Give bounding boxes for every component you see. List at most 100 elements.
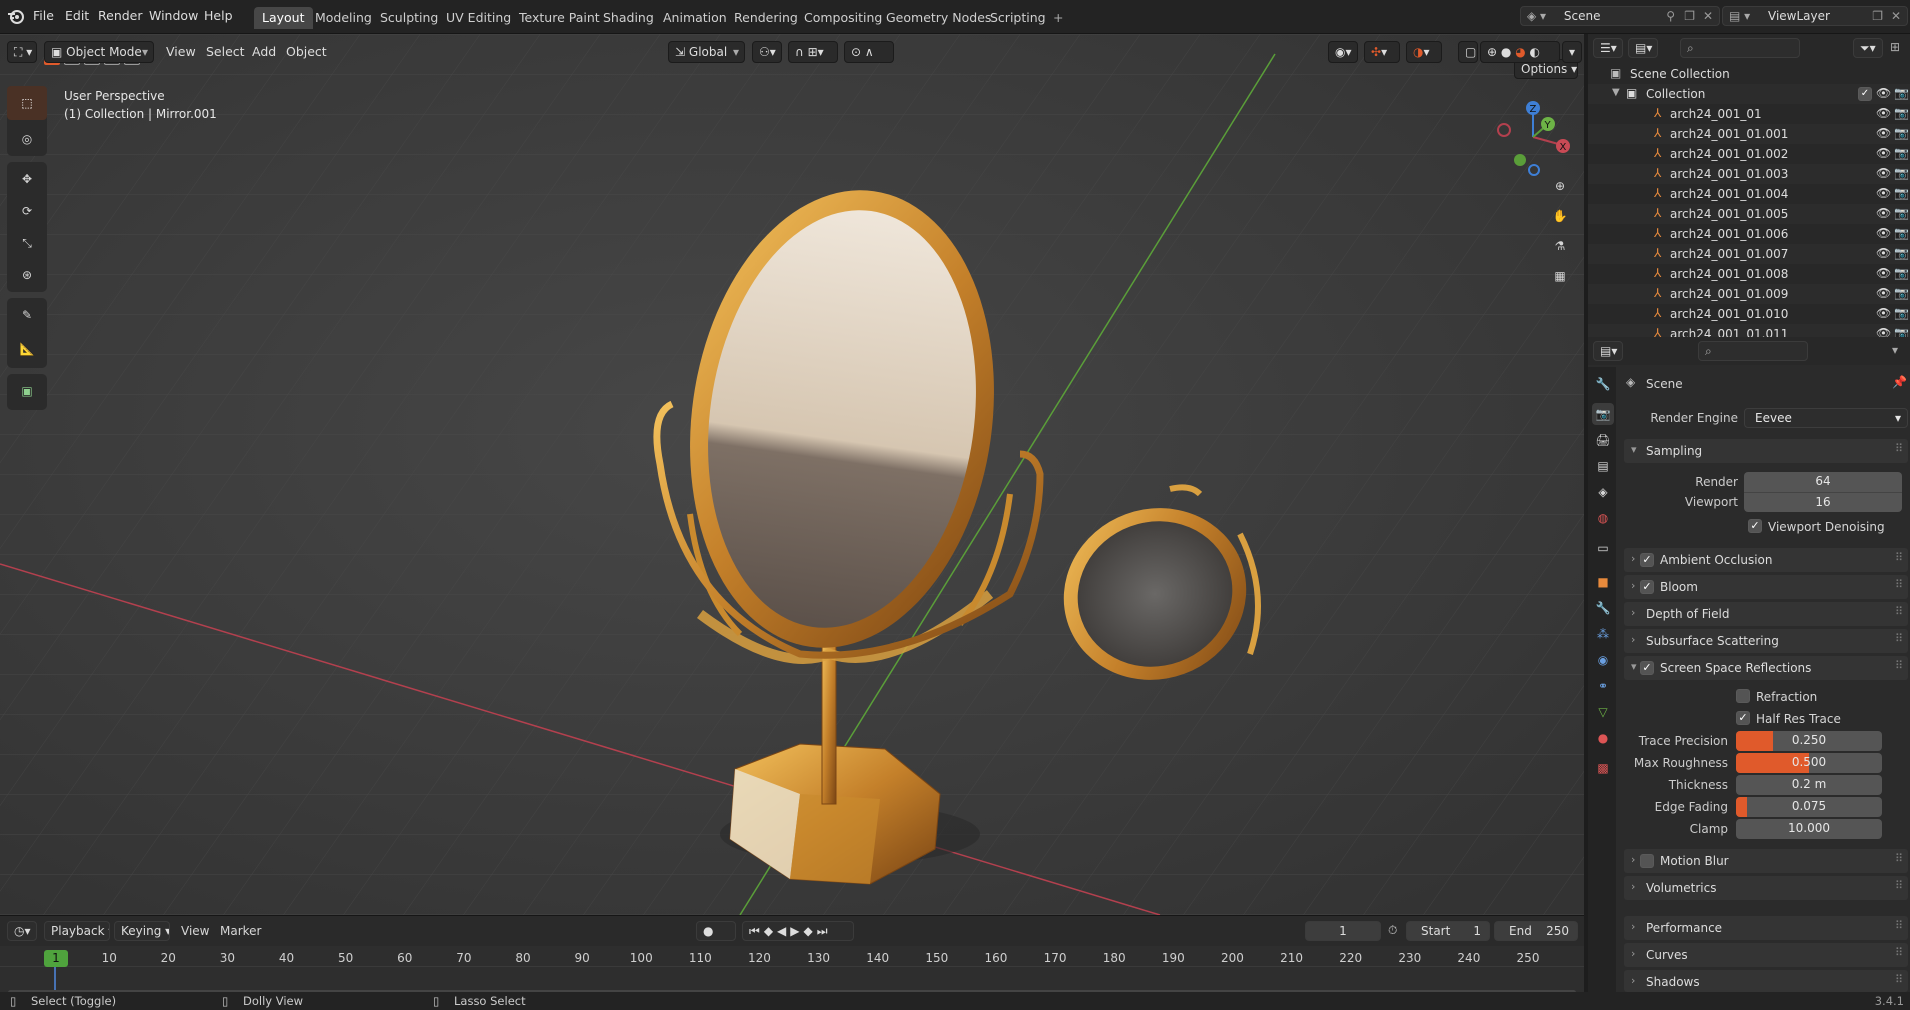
viewport-denoising-checkbox[interactable]: ✓ [1748, 519, 1762, 533]
eye-icon[interactable]: 👁 [1876, 86, 1891, 100]
end-frame-field[interactable]: End 250 [1494, 921, 1578, 941]
prev-keyframe-icon[interactable]: ◆ [764, 924, 777, 938]
tab-modifiers[interactable]: 🔧 [1592, 597, 1614, 619]
drag-handle-icon[interactable]: ⠿ [1895, 578, 1903, 591]
blender-logo-icon[interactable] [7, 7, 25, 25]
camera-icon[interactable]: 📷 [1894, 126, 1909, 140]
menu-render[interactable]: Render [98, 8, 143, 23]
panel-sampling[interactable]: ▾ Sampling ⠿ [1624, 439, 1908, 463]
panel-motion-blur[interactable]: › Motion Blur ⠿ [1624, 849, 1908, 873]
panel-depth-of-field[interactable]: › Depth of Field ⠿ [1624, 602, 1908, 626]
tab-tool[interactable]: 🔧 [1592, 373, 1614, 395]
search-input[interactable]: ⌕ [1698, 341, 1808, 361]
3d-viewport[interactable]: ⛶ ▾ ▣ Object Mode ▾ View Select Add Obje… [0, 34, 1584, 915]
tab-shading[interactable]: Shading [595, 7, 662, 29]
tab-collection[interactable]: ▭ [1592, 537, 1614, 559]
editor-type-button[interactable]: ⛶ ▾ [7, 41, 37, 63]
drag-handle-icon[interactable]: ⠿ [1895, 551, 1903, 564]
copy-layer-icon[interactable]: ❐ [1872, 9, 1883, 23]
drag-handle-icon[interactable]: ⠿ [1895, 605, 1903, 618]
eye-icon[interactable]: 👁 [1876, 126, 1891, 140]
drag-handle-icon[interactable]: ⠿ [1895, 946, 1903, 959]
tab-physics[interactable]: ◉ [1592, 649, 1614, 671]
tab-rendering[interactable]: Rendering [726, 7, 806, 29]
outliner-item[interactable]: ⅄ arch24_001_01.002 👁 📷 [1588, 144, 1910, 164]
panel-screen-space-reflections[interactable]: ▾ ✓ Screen Space Reflections ⠿ [1624, 656, 1908, 680]
tab-render[interactable]: 📷 [1592, 403, 1614, 425]
tab-animation[interactable]: Animation [655, 7, 735, 29]
keying-menu[interactable]: Keying ▾ [114, 921, 170, 941]
tab-scripting[interactable]: Scripting [982, 7, 1054, 29]
camera-icon[interactable]: 📷 [1894, 306, 1909, 320]
camera-icon[interactable]: 📷 [1894, 106, 1909, 120]
outliner-item[interactable]: ⅄ arch24_001_01.001 👁 📷 [1588, 124, 1910, 144]
filter-button[interactable]: ⏷▾ [1853, 38, 1883, 58]
editor-type-button[interactable]: ☰▾ [1593, 38, 1623, 58]
outliner-item[interactable]: ⅄ arch24_001_01.007 👁 📷 [1588, 244, 1910, 264]
rotate-tool[interactable]: ⟳ [7, 194, 47, 228]
object-mode-dropdown[interactable]: ▣ Object Mode ▾ [44, 41, 154, 63]
playback-menu[interactable]: Playback ▾ [44, 921, 110, 941]
visibility-button[interactable]: ◉▾ [1328, 41, 1358, 63]
eye-icon[interactable]: 👁 [1876, 146, 1891, 160]
panel-bloom[interactable]: › ✓ Bloom ⠿ [1624, 575, 1908, 599]
panel-shadows[interactable]: › Shadows ⠿ [1624, 970, 1908, 992]
drag-handle-icon[interactable]: ⠿ [1895, 973, 1903, 986]
new-collection-icon[interactable]: ⊞ [1890, 40, 1900, 54]
gizmo-toggle[interactable]: ✣▾ [1364, 41, 1400, 63]
play-reverse-icon[interactable]: ◀ [777, 924, 790, 938]
annotate-tool[interactable]: ✎ [7, 298, 47, 332]
select-box-tool[interactable]: ⬚ [7, 86, 47, 120]
editor-type-button[interactable]: ◷▾ [7, 921, 37, 941]
eye-icon[interactable]: 👁 [1876, 246, 1891, 260]
solid-icon[interactable]: ● [1501, 45, 1511, 59]
start-frame-field[interactable]: Start 1 [1406, 921, 1490, 941]
camera-icon[interactable]: 📷 [1894, 206, 1909, 220]
display-mode-button[interactable]: ▤▾ [1628, 38, 1658, 58]
eye-icon[interactable]: 👁 [1876, 166, 1891, 180]
camera-icon[interactable]: 📷 [1894, 286, 1909, 300]
pin-icon[interactable]: ⚲ [1666, 9, 1675, 23]
exclude-checkbox[interactable]: ✓ [1858, 87, 1872, 101]
drag-handle-icon[interactable]: ⠿ [1895, 632, 1903, 645]
eye-icon[interactable]: 👁 [1876, 286, 1891, 300]
tab-texture[interactable]: ▩ [1592, 757, 1614, 779]
camera-icon[interactable]: 📷 [1894, 186, 1909, 200]
outliner-item[interactable]: ⅄ arch24_001_01.010 👁 📷 [1588, 304, 1910, 324]
scene-collection-row[interactable]: ▣ Scene Collection [1588, 64, 1910, 84]
chevron-down-icon[interactable]: ▼ [1612, 87, 1620, 98]
outliner-item[interactable]: ⅄ arch24_001_01.008 👁 📷 [1588, 264, 1910, 284]
jump-end-icon[interactable]: ⏭ [817, 924, 832, 938]
menu-select[interactable]: Select [206, 44, 245, 59]
current-frame-field[interactable]: 1 [1305, 921, 1381, 941]
eye-icon[interactable]: 👁 [1876, 266, 1891, 280]
pivot-point-button[interactable]: ⚇▾ [752, 41, 782, 63]
outliner-item[interactable]: ⅄ arch24_001_01.003 👁 📷 [1588, 164, 1910, 184]
jump-start-icon[interactable]: ⏮ [749, 924, 764, 938]
motion-blur-checkbox[interactable] [1640, 854, 1654, 868]
eye-icon[interactable]: 👁 [1876, 106, 1891, 120]
close-icon[interactable]: ✕ [1891, 9, 1901, 23]
stopwatch-icon[interactable]: ⏱ [1388, 923, 1397, 938]
material-preview-icon[interactable]: ◕ [1515, 45, 1525, 59]
outliner-item[interactable]: ⅄ arch24_001_01 👁 📷 [1588, 104, 1910, 124]
search-input[interactable]: ⌕ [1680, 38, 1800, 58]
camera-icon[interactable]: 📷 [1894, 226, 1909, 240]
view-layer-selector[interactable]: ▤ ▾ ViewLayer ❐ ✕ [1722, 6, 1908, 26]
move-tool[interactable]: ✥ [7, 162, 47, 196]
tab-compositing[interactable]: Compositing [796, 7, 890, 29]
camera-icon[interactable]: 📷 [1894, 146, 1909, 160]
camera-icon[interactable]: 📷 [1894, 86, 1909, 100]
tab-modeling[interactable]: Modeling [307, 7, 380, 29]
collection-row[interactable]: ▼ ▣ Collection ✓ 👁 📷 [1588, 84, 1910, 104]
outliner-item[interactable]: ⅄ arch24_001_01.006 👁 📷 [1588, 224, 1910, 244]
ssr-checkbox[interactable]: ✓ [1640, 661, 1654, 675]
tab-texture-paint[interactable]: Texture Paint [511, 7, 608, 29]
tab-sculpting[interactable]: Sculpting [372, 7, 446, 29]
tab-layout[interactable]: Layout [254, 7, 313, 29]
eye-icon[interactable]: 👁 [1876, 206, 1891, 220]
max-roughness-slider[interactable]: 0.500 [1736, 753, 1882, 773]
overlay-toggle[interactable]: ◑▾ [1406, 41, 1442, 63]
outliner-item[interactable]: ⅄ arch24_001_01.009 👁 📷 [1588, 284, 1910, 304]
pin-icon[interactable]: 📌 [1892, 375, 1907, 389]
